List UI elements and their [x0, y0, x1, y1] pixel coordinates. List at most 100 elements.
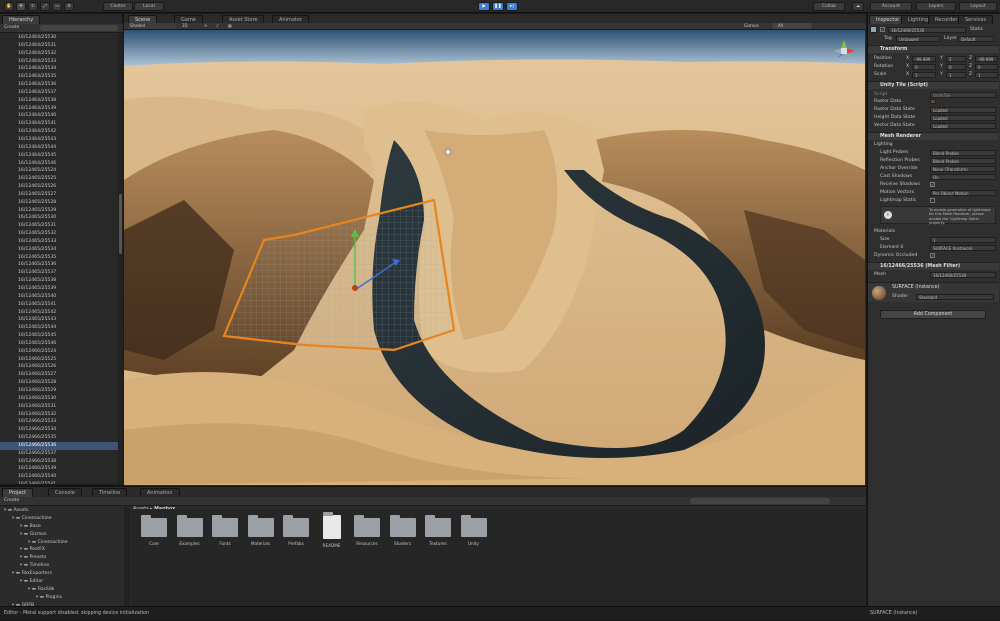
- project-tree-item[interactable]: ▾ ▬ Assets: [0, 507, 124, 515]
- pause-icon[interactable]: ❚❚: [492, 2, 504, 11]
- hierarchy-item[interactable]: 16/12464/25530: [0, 34, 118, 42]
- hierarchy-item[interactable]: 16/12465/25532: [0, 230, 118, 238]
- hierarchy-item[interactable]: 16/12465/25528: [0, 199, 118, 207]
- rot-z-field[interactable]: 0: [975, 64, 998, 70]
- project-tree-item[interactable]: ▾ ▬ Cinemachine: [0, 539, 124, 547]
- hierarchy-item[interactable]: 16/12464/25531: [0, 42, 118, 50]
- scale-y-field[interactable]: 1: [946, 72, 966, 78]
- material-preview-icon[interactable]: [872, 286, 886, 300]
- static-toggle[interactable]: Static: [970, 26, 983, 33]
- height-state-dropdown[interactable]: Loaded: [930, 115, 996, 121]
- hierarchy-item[interactable]: 16/12465/25539: [0, 285, 118, 293]
- project-create-dropdown[interactable]: Create: [4, 498, 19, 503]
- anchor-override-field[interactable]: None (Transform): [930, 166, 996, 172]
- scene-viewport[interactable]: [124, 30, 865, 485]
- dynamic-occluded-checkbox[interactable]: ✓: [930, 253, 935, 258]
- hierarchy-item[interactable]: 16/12466/25540: [0, 473, 118, 481]
- active-checkbox[interactable]: ✓: [880, 27, 885, 32]
- light-probes-dropdown[interactable]: Blend Probes: [930, 150, 996, 156]
- shading-mode-dropdown[interactable]: Shaded: [128, 23, 176, 29]
- hierarchy-item[interactable]: 16/12465/25535: [0, 254, 118, 262]
- hierarchy-item[interactable]: 16/12464/25537: [0, 89, 118, 97]
- hierarchy-item[interactable]: 16/12465/25542: [0, 309, 118, 317]
- project-asset-item[interactable]: README: [317, 512, 347, 548]
- shader-dropdown[interactable]: Standard: [916, 294, 994, 300]
- project-asset-item[interactable]: Resources: [352, 515, 382, 546]
- hierarchy-item[interactable]: 16/12465/25546: [0, 340, 118, 348]
- project-asset-item[interactable]: Textures: [423, 515, 453, 546]
- hierarchy-item[interactable]: 16/12465/25536: [0, 261, 118, 269]
- status-message[interactable]: Editor - Metal support disabled, skippin…: [4, 611, 149, 616]
- raster-state-dropdown[interactable]: Loaded: [930, 107, 996, 113]
- gizmos-dropdown[interactable]: Gizmos: [744, 23, 759, 29]
- project-tree-item[interactable]: ▾ ▬ Presets: [0, 554, 124, 562]
- hierarchy-item[interactable]: 16/12464/25535: [0, 73, 118, 81]
- project-tree-item[interactable]: ▾ ▬ Editor: [0, 578, 124, 586]
- tab-services[interactable]: Services: [958, 15, 994, 24]
- project-tree-item[interactable]: ▾ ▬ Plugins: [0, 594, 124, 602]
- hierarchy-item[interactable]: 16/12466/25538: [0, 458, 118, 466]
- hierarchy-item[interactable]: 16/12464/25539: [0, 105, 118, 113]
- step-icon[interactable]: ▸|: [506, 2, 518, 11]
- layer-dropdown[interactable]: Default: [958, 36, 994, 42]
- rot-y-field[interactable]: 0: [946, 64, 966, 70]
- hierarchy-item[interactable]: 16/12466/25539: [0, 465, 118, 473]
- cloud-icon[interactable]: ☁: [852, 2, 864, 11]
- layers-dropdown[interactable]: Layers: [916, 2, 956, 11]
- cast-shadows-dropdown[interactable]: On: [930, 174, 996, 180]
- project-tree-item[interactable]: ▾ ▬ Base: [0, 523, 124, 531]
- hierarchy-item[interactable]: 16/12465/25533: [0, 238, 118, 246]
- raster-thumbnail[interactable]: [930, 99, 936, 104]
- space-toggle[interactable]: Local: [134, 2, 164, 11]
- lightmap-static-checkbox[interactable]: [930, 198, 935, 203]
- hierarchy-item[interactable]: 16/12464/25543: [0, 136, 118, 144]
- hierarchy-item[interactable]: 16/12466/25537: [0, 450, 118, 458]
- audio-icon[interactable]: ♪: [216, 23, 219, 29]
- scale-x-field[interactable]: 1: [912, 72, 936, 78]
- hierarchy-item[interactable]: 16/12465/25540: [0, 293, 118, 301]
- tab-project[interactable]: Project: [2, 488, 34, 497]
- hierarchy-item[interactable]: 16/12465/25544: [0, 324, 118, 332]
- tab-hierarchy[interactable]: Hierarchy: [2, 15, 41, 24]
- layout-dropdown[interactable]: Layout: [959, 2, 997, 11]
- hierarchy-item[interactable]: 16/12466/25529: [0, 387, 118, 395]
- project-tree-item[interactable]: ▾ ▬ Timeline: [0, 562, 124, 570]
- hierarchy-item[interactable]: 16/12464/25534: [0, 65, 118, 73]
- motion-vectors-dropdown[interactable]: Per Object Motion: [930, 190, 996, 196]
- hierarchy-item[interactable]: 16/12465/25534: [0, 246, 118, 254]
- hierarchy-item[interactable]: 16/12465/25531: [0, 222, 118, 230]
- pos-z-field[interactable]: -99.999: [975, 56, 998, 62]
- hierarchy-item[interactable]: 16/12465/25527: [0, 191, 118, 199]
- project-tree-item[interactable]: ▾ ▬ FbxSdk: [0, 586, 124, 594]
- vector-state-dropdown[interactable]: Loaded: [930, 123, 996, 129]
- hierarchy-item[interactable]: 16/12466/25541: [0, 481, 118, 484]
- unity-tile-header[interactable]: Unity Tile (Script): [868, 81, 999, 89]
- hierarchy-item[interactable]: 16/12465/25537: [0, 269, 118, 277]
- mesh-filter-header[interactable]: 16/12466/25536 (Mesh Filter): [868, 262, 999, 270]
- project-asset-item[interactable]: Examples: [175, 515, 205, 546]
- project-asset-item[interactable]: Prefabs: [281, 515, 311, 546]
- project-tree-item[interactable]: ▾ ▬ FbxExporters: [0, 570, 124, 578]
- pos-y-field[interactable]: 2: [946, 56, 966, 62]
- pivot-toggle[interactable]: Center: [103, 2, 133, 11]
- effects-icon[interactable]: ▦: [228, 23, 232, 29]
- object-name-field[interactable]: 16/12466/25536: [888, 27, 966, 33]
- hierarchy-item[interactable]: 16/12464/25532: [0, 50, 118, 58]
- hierarchy-item[interactable]: 16/12465/25543: [0, 316, 118, 324]
- project-search-input[interactable]: [690, 498, 830, 504]
- create-dropdown[interactable]: Create: [4, 25, 19, 30]
- hierarchy-item[interactable]: 16/12466/25534: [0, 426, 118, 434]
- hierarchy-item[interactable]: 16/12465/25526: [0, 183, 118, 191]
- hierarchy-scrollbar[interactable]: [118, 34, 123, 484]
- scale-z-field[interactable]: 1: [975, 72, 998, 78]
- hierarchy-item[interactable]: 16/12464/25545: [0, 152, 118, 160]
- hierarchy-item[interactable]: 16/12464/25541: [0, 120, 118, 128]
- project-tree-item[interactable]: ▾ ▬ PostFX: [0, 546, 124, 554]
- hand-tool-icon[interactable]: ✋: [4, 2, 14, 11]
- project-asset-item[interactable]: Fonts: [210, 515, 240, 546]
- lighting-icon[interactable]: ☀: [204, 23, 208, 29]
- hierarchy-item[interactable]: 16/12466/25533: [0, 418, 118, 426]
- tab-console[interactable]: Console: [48, 488, 82, 497]
- transform-tool-icon[interactable]: ⊕: [64, 2, 74, 11]
- hierarchy-item[interactable]: 16/12466/25524: [0, 348, 118, 356]
